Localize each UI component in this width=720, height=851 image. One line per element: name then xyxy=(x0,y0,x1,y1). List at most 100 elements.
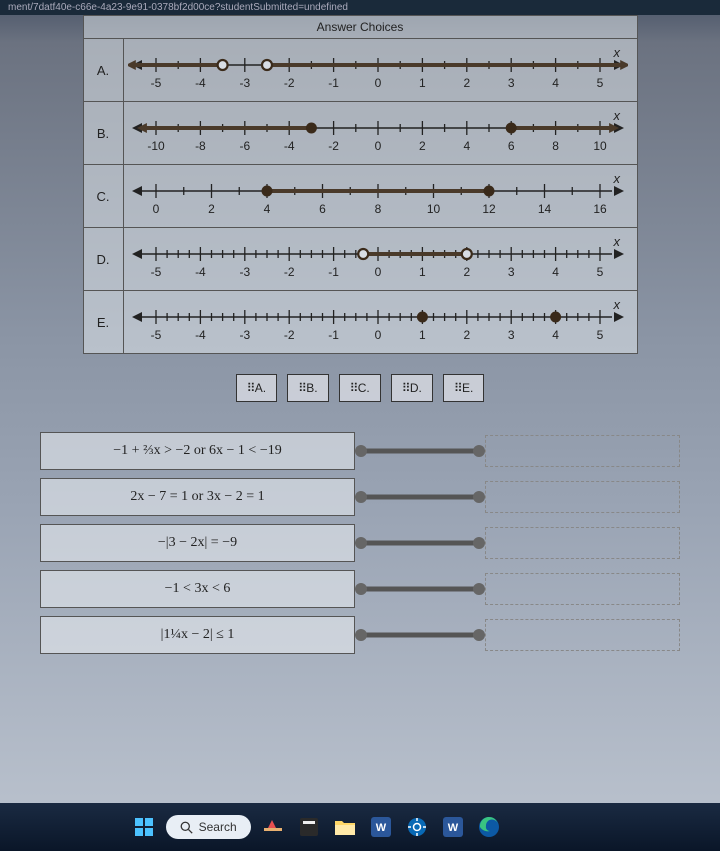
svg-text:-3: -3 xyxy=(239,76,250,90)
svg-text:-2: -2 xyxy=(283,328,294,342)
numberline-label: B. xyxy=(84,102,124,164)
drop-target[interactable] xyxy=(485,619,680,651)
drop-target[interactable] xyxy=(485,573,680,605)
svg-text:-5: -5 xyxy=(150,328,161,342)
svg-text:0: 0 xyxy=(152,202,159,216)
svg-text:1: 1 xyxy=(419,265,426,279)
svg-text:-2: -2 xyxy=(283,76,294,90)
windows-start-icon[interactable] xyxy=(130,813,158,841)
search-icon xyxy=(180,821,193,834)
url-bar: ment/7datf40e-c66e-4a23-9e91-0378bf2d00c… xyxy=(0,0,720,15)
taskbar-search[interactable]: Search xyxy=(166,815,251,839)
numberline-graphic: -5 -4 -3 -2 -1 0 1 2 3 4 5 x xyxy=(124,228,637,290)
svg-text:-4: -4 xyxy=(195,265,206,279)
svg-text:x: x xyxy=(612,45,620,60)
svg-text:-3: -3 xyxy=(239,265,250,279)
numberline-row: A.-5-4-3-2-1012345x xyxy=(84,39,637,102)
tile-c[interactable]: C. xyxy=(339,374,381,402)
svg-text:1: 1 xyxy=(419,328,426,342)
svg-text:6: 6 xyxy=(507,139,514,153)
drop-target[interactable] xyxy=(485,481,680,513)
tile-e[interactable]: E. xyxy=(443,374,484,402)
svg-text:8: 8 xyxy=(552,139,559,153)
svg-text:5: 5 xyxy=(596,328,603,342)
svg-text:2: 2 xyxy=(463,76,470,90)
equation-box: −1 < 3x < 6 xyxy=(40,570,355,608)
equation-box: −|3 − 2x| = −9 xyxy=(40,524,355,562)
table-header: Answer Choices xyxy=(84,16,637,39)
svg-text:2: 2 xyxy=(463,328,470,342)
svg-text:-8: -8 xyxy=(195,139,206,153)
equation-box: 2x − 7 = 1 or 3x − 2 = 1 xyxy=(40,478,355,516)
svg-text:0: 0 xyxy=(374,328,381,342)
svg-text:W: W xyxy=(375,822,386,834)
svg-text:-6: -6 xyxy=(239,139,250,153)
paint-icon[interactable] xyxy=(259,813,287,841)
svg-text:-3: -3 xyxy=(239,328,250,342)
svg-text:-4: -4 xyxy=(195,328,206,342)
svg-text:5: 5 xyxy=(596,76,603,90)
numberline-label: D. xyxy=(84,228,124,290)
tile-d[interactable]: D. xyxy=(391,374,433,402)
svg-text:2: 2 xyxy=(208,202,215,216)
word-icon[interactable]: W xyxy=(367,813,395,841)
answer-tiles-row: A. B. C. D. E. xyxy=(50,374,670,402)
numberline-label: C. xyxy=(84,165,124,227)
svg-text:4: 4 xyxy=(463,139,470,153)
equation-box: −1 + ⅔x > −2 or 6x − 1 < −19 xyxy=(40,432,355,470)
drop-target[interactable] xyxy=(485,527,680,559)
svg-text:3: 3 xyxy=(507,76,514,90)
svg-text:5: 5 xyxy=(596,265,603,279)
numberline-row: B.-10-8-6-4-20246810x xyxy=(84,102,637,165)
drop-target[interactable] xyxy=(485,435,680,467)
svg-text:4: 4 xyxy=(552,265,559,279)
match-row: −|3 − 2x| = −9 xyxy=(40,524,680,562)
svg-text:4: 4 xyxy=(263,202,270,216)
edge-icon[interactable] xyxy=(475,813,503,841)
windows-taskbar[interactable]: Search W W xyxy=(0,803,720,851)
connector xyxy=(355,625,485,645)
numberline-graphic: -10-8-6-4-20246810x xyxy=(124,102,637,164)
svg-text:12: 12 xyxy=(482,202,496,216)
app-icon[interactable] xyxy=(295,813,323,841)
svg-text:0: 0 xyxy=(374,265,381,279)
match-row: −1 < 3x < 6 xyxy=(40,570,680,608)
numberline-graphic: 0246810121416x xyxy=(124,165,637,227)
tile-b[interactable]: B. xyxy=(287,374,328,402)
svg-text:14: 14 xyxy=(537,202,551,216)
file-explorer-icon[interactable] xyxy=(331,813,359,841)
answer-choices-table: Answer Choices A.-5-4-3-2-1012345xB.-10-… xyxy=(83,15,638,354)
connector xyxy=(355,441,485,461)
svg-text:x: x xyxy=(612,108,620,123)
search-placeholder: Search xyxy=(199,820,237,834)
svg-text:10: 10 xyxy=(426,202,440,216)
svg-text:-2: -2 xyxy=(328,139,339,153)
svg-text:-5: -5 xyxy=(150,265,161,279)
numberline-row: C.0246810121416x xyxy=(84,165,637,228)
tile-a[interactable]: A. xyxy=(236,374,277,402)
word-icon-2[interactable]: W xyxy=(439,813,467,841)
match-row: −1 + ⅔x > −2 or 6x − 1 < −19 xyxy=(40,432,680,470)
svg-text:-2: -2 xyxy=(283,265,294,279)
svg-text:1: 1 xyxy=(419,76,426,90)
svg-text:6: 6 xyxy=(319,202,326,216)
svg-text:4: 4 xyxy=(552,76,559,90)
connector xyxy=(355,487,485,507)
numberline-label: A. xyxy=(84,39,124,101)
settings-icon[interactable] xyxy=(403,813,431,841)
svg-text:W: W xyxy=(447,822,458,834)
svg-text:2: 2 xyxy=(419,139,426,153)
match-row: 2x − 7 = 1 or 3x − 2 = 1 xyxy=(40,478,680,516)
svg-text:-1: -1 xyxy=(328,265,339,279)
svg-text:3: 3 xyxy=(507,265,514,279)
numberline-row: E.-5-4-3-2-1012345x xyxy=(84,291,637,353)
svg-text:-10: -10 xyxy=(147,139,165,153)
svg-text:-1: -1 xyxy=(328,76,339,90)
connector xyxy=(355,533,485,553)
svg-text:2: 2 xyxy=(463,265,470,279)
svg-text:-4: -4 xyxy=(195,76,206,90)
svg-text:x: x xyxy=(612,234,620,249)
matching-area: −1 + ⅔x > −2 or 6x − 1 < −19 2x − 7 = 1 … xyxy=(40,432,680,654)
match-row: |1¼x − 2| ≤ 1 xyxy=(40,616,680,654)
numberline-graphic: -5-4-3-2-1012345x xyxy=(124,291,637,353)
